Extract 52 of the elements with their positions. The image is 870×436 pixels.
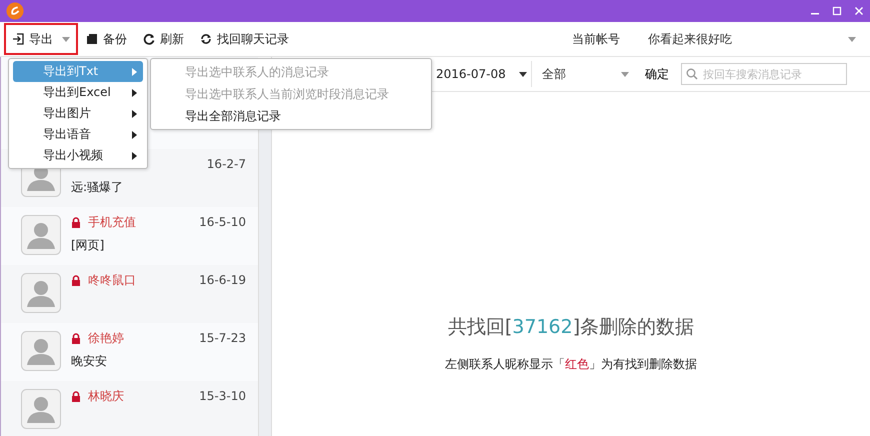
caret-icon bbox=[519, 72, 527, 76]
toolbar-button[interactable]: 刷新 bbox=[135, 23, 192, 55]
close-icon[interactable] bbox=[854, 6, 864, 16]
contact-date: 16-5-10 bbox=[199, 215, 246, 229]
message-preview: [网页] bbox=[71, 237, 106, 254]
contact-row[interactable]: 徐艳婷 15-7-23 晚安安 bbox=[1, 323, 258, 381]
submenu-arrow-icon bbox=[132, 68, 137, 76]
menu-item[interactable]: 导出图片 bbox=[13, 103, 143, 124]
search-field[interactable]: 按回车搜索消息记录 bbox=[681, 63, 847, 85]
contact-date: 16-6-19 bbox=[199, 273, 246, 287]
contact-name: 徐艳婷 bbox=[88, 330, 124, 346]
menu-item[interactable]: 导出到Excel bbox=[13, 82, 143, 103]
submenu-arrow-icon bbox=[132, 130, 137, 138]
message-preview: 晚安安 bbox=[71, 353, 108, 370]
submenu-arrow-icon bbox=[132, 88, 137, 96]
refresh-icon bbox=[143, 33, 155, 45]
contact-row[interactable]: 咚咚鼠口 16-6-19 bbox=[1, 265, 258, 323]
caret-icon bbox=[621, 72, 629, 76]
app-logo-icon bbox=[6, 2, 24, 20]
menu-item[interactable]: 导出语音 bbox=[13, 124, 143, 145]
toolbar-button[interactable]: 备份 bbox=[78, 23, 135, 55]
avatar-icon bbox=[21, 331, 61, 371]
avatar-icon bbox=[21, 273, 61, 313]
scrollbar[interactable] bbox=[258, 129, 271, 436]
result-summary: 共找回[37162]条删除的数据 bbox=[448, 315, 694, 340]
contact-row[interactable]: 林晓庆 15-3-10 bbox=[1, 381, 258, 436]
document-icon bbox=[86, 33, 98, 45]
export-icon bbox=[12, 33, 24, 45]
account-label: 当前帐号 bbox=[572, 30, 620, 48]
menu-item[interactable]: 导出全部消息记录 bbox=[151, 105, 431, 127]
caret-icon bbox=[848, 36, 856, 42]
caret-icon bbox=[62, 36, 70, 42]
contact-date: 16-2-7 bbox=[206, 157, 246, 171]
submenu-arrow-icon bbox=[132, 110, 137, 118]
maximize-icon[interactable] bbox=[832, 6, 842, 16]
account-dropdown[interactable]: 你看起来很好吃 bbox=[636, 30, 866, 48]
toolbar-button[interactable]: 导出 bbox=[4, 23, 78, 55]
contact-date: 15-7-23 bbox=[199, 331, 246, 345]
contact-name: 手机充值 bbox=[88, 214, 136, 230]
avatar-icon bbox=[21, 389, 61, 429]
contact-date: 15-3-10 bbox=[199, 389, 246, 403]
contact-name: 林晓庆 bbox=[88, 388, 124, 404]
hint-text: 左侧联系人昵称显示「红色」为有找到删除数据 bbox=[445, 356, 697, 373]
sync-icon bbox=[200, 33, 212, 45]
toolbar-button[interactable]: 找回聊天记录 bbox=[192, 23, 297, 55]
confirm-button[interactable]: 确定 bbox=[639, 66, 675, 82]
message-preview: 远:骚爆了 bbox=[71, 179, 124, 196]
contact-name: 咚咚鼠口 bbox=[88, 272, 136, 288]
contact-row[interactable]: 手机充值 16-5-10 [网页] bbox=[1, 207, 258, 265]
avatar-icon bbox=[21, 215, 61, 255]
submenu-arrow-icon bbox=[132, 152, 137, 160]
search-icon bbox=[686, 68, 698, 80]
